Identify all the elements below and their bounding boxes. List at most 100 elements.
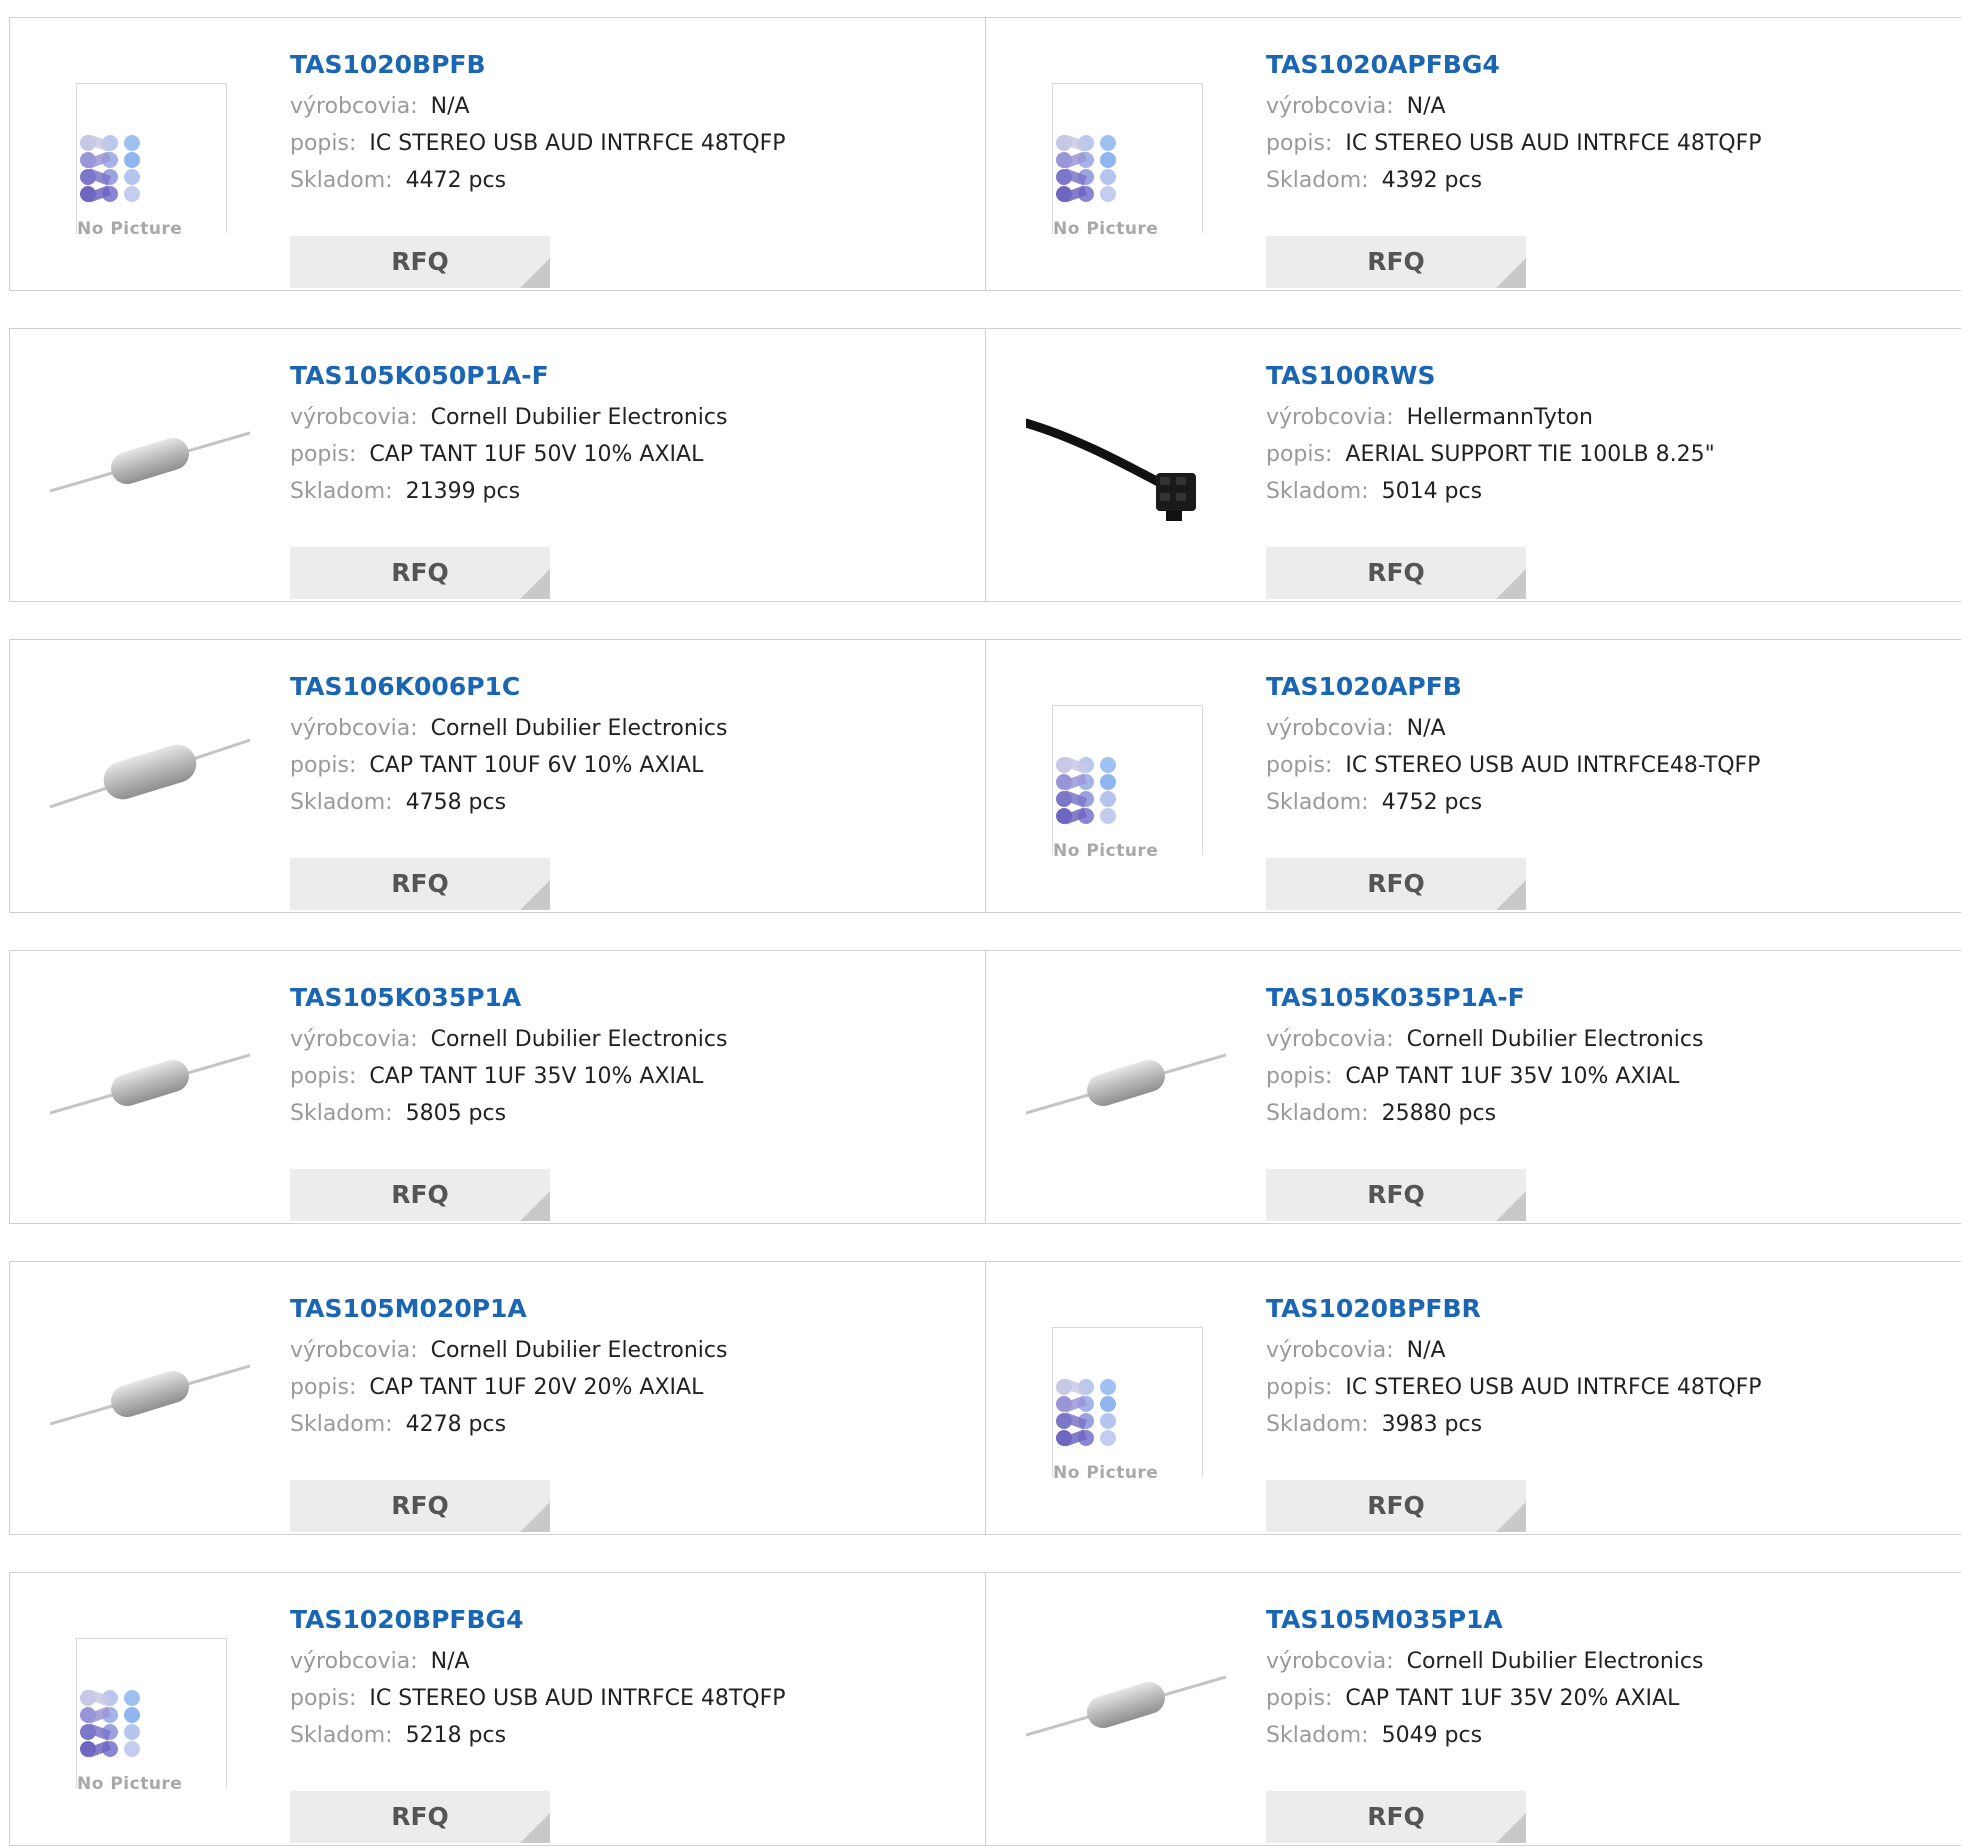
stock-row: Skladom: 4752 pcs — [1266, 784, 1961, 821]
product-image[interactable] — [1021, 361, 1226, 561]
no-picture-placeholder[interactable]: No Picture — [1052, 1327, 1203, 1483]
stock-row: Skladom: 4472 pcs — [290, 162, 965, 199]
rfq-button[interactable]: RFQ — [290, 1480, 550, 1532]
stock-value: 4278 pcs — [405, 1412, 507, 1437]
part-number-link[interactable]: TAS1020APFB — [1266, 670, 1961, 704]
stock-value: 4758 pcs — [405, 790, 507, 815]
part-number-link[interactable]: TAS106K006P1C — [290, 670, 965, 704]
product-image[interactable] — [49, 672, 251, 872]
no-picture-logo-icon — [1056, 756, 1116, 825]
rfq-button[interactable]: RFQ — [1266, 1169, 1526, 1221]
cable-tie-image — [1021, 418, 1196, 521]
no-picture-logo-icon — [1056, 1378, 1116, 1447]
manufacturer-label: výrobcovia: — [1266, 716, 1394, 741]
no-picture-label: No Picture — [1053, 841, 1165, 861]
manufacturer-value: Cornell Dubilier Electronics — [1406, 1649, 1704, 1674]
description-value: CAP TANT 1UF 35V 10% AXIAL — [369, 1064, 704, 1089]
no-picture-placeholder[interactable]: No Picture — [76, 1638, 227, 1794]
product-image[interactable] — [1025, 1605, 1227, 1805]
manufacturer-label: výrobcovia: — [1266, 1338, 1394, 1363]
rfq-button[interactable]: RFQ — [290, 236, 550, 288]
no-picture-placeholder[interactable]: No Picture — [76, 83, 227, 239]
no-picture-logo-icon — [80, 134, 140, 203]
rfq-button[interactable]: RFQ — [1266, 1791, 1526, 1843]
rfq-button[interactable]: RFQ — [290, 1791, 550, 1843]
manufacturer-row: výrobcovia: Cornell Dubilier Electronics — [1266, 1643, 1961, 1680]
corner-triangle-icon — [520, 258, 550, 288]
rfq-label: RFQ — [1367, 869, 1425, 898]
manufacturer-row: výrobcovia: N/A — [290, 88, 965, 125]
stock-label: Skladom: — [1266, 790, 1369, 815]
rfq-button[interactable]: RFQ — [290, 858, 550, 910]
stock-value: 5049 pcs — [1381, 1723, 1483, 1748]
product-card: No Picture TAS1020BPFBR výrobcovia: N/A … — [985, 1261, 1961, 1535]
part-number-link[interactable]: TAS105K035P1A — [290, 981, 965, 1015]
manufacturer-row: výrobcovia: Cornell Dubilier Electronics — [290, 1332, 965, 1369]
part-number-link[interactable]: TAS1020BPFBR — [1266, 1292, 1961, 1326]
description-value: IC STEREO USB AUD INTRFCE48-TQFP — [1345, 753, 1761, 778]
rfq-button[interactable]: RFQ — [290, 1169, 550, 1221]
product-info: TAS1020BPFB výrobcovia: N/A popis: IC ST… — [290, 48, 965, 288]
part-number-link[interactable]: TAS1020APFBG4 — [1266, 48, 1961, 82]
rfq-label: RFQ — [391, 247, 449, 276]
stock-label: Skladom: — [290, 479, 393, 504]
part-number-link[interactable]: TAS1020BPFB — [290, 48, 965, 82]
manufacturer-label: výrobcovia: — [1266, 1027, 1394, 1052]
stock-label: Skladom: — [1266, 1723, 1369, 1748]
corner-triangle-icon — [1496, 1191, 1526, 1221]
rfq-button[interactable]: RFQ — [1266, 547, 1526, 599]
manufacturer-value: Cornell Dubilier Electronics — [1406, 1027, 1704, 1052]
manufacturer-label: výrobcovia: — [1266, 1649, 1394, 1674]
stock-value: 5014 pcs — [1381, 479, 1483, 504]
description-value: CAP TANT 1UF 20V 20% AXIAL — [369, 1375, 704, 1400]
part-number-link[interactable]: TAS105K035P1A-F — [1266, 981, 1961, 1015]
description-row: popis: IC STEREO USB AUD INTRFCE 48TQFP — [1266, 125, 1961, 162]
description-label: popis: — [1266, 1686, 1333, 1711]
rfq-button[interactable]: RFQ — [1266, 858, 1526, 910]
product-image[interactable] — [49, 983, 251, 1183]
description-value: AERIAL SUPPORT TIE 100LB 8.25" — [1345, 442, 1715, 467]
product-image[interactable] — [49, 1294, 251, 1494]
capacitor-image — [1025, 1053, 1227, 1115]
stock-label: Skladom: — [290, 1412, 393, 1437]
no-picture-label: No Picture — [1053, 219, 1165, 239]
description-row: popis: CAP TANT 1UF 35V 10% AXIAL — [290, 1058, 965, 1095]
corner-triangle-icon — [1496, 880, 1526, 910]
description-row: popis: AERIAL SUPPORT TIE 100LB 8.25" — [1266, 436, 1961, 473]
stock-label: Skladom: — [290, 1101, 393, 1126]
stock-row: Skladom: 3983 pcs — [1266, 1406, 1961, 1443]
stock-value: 5805 pcs — [405, 1101, 507, 1126]
product-info: TAS1020BPFBR výrobcovia: N/A popis: IC S… — [1266, 1292, 1961, 1532]
stock-row: Skladom: 5218 pcs — [290, 1717, 965, 1754]
corner-triangle-icon — [1496, 1502, 1526, 1532]
no-picture-placeholder[interactable]: No Picture — [1052, 705, 1203, 861]
rfq-button[interactable]: RFQ — [1266, 236, 1526, 288]
part-number-link[interactable]: TAS100RWS — [1266, 359, 1961, 393]
manufacturer-value: N/A — [1406, 94, 1446, 119]
part-number-link[interactable]: TAS105K050P1A-F — [290, 359, 965, 393]
description-row: popis: CAP TANT 1UF 35V 10% AXIAL — [1266, 1058, 1961, 1095]
part-number-link[interactable]: TAS105M020P1A — [290, 1292, 965, 1326]
description-value: IC STEREO USB AUD INTRFCE 48TQFP — [1345, 1375, 1762, 1400]
manufacturer-label: výrobcovia: — [1266, 405, 1394, 430]
product-info: TAS1020BPFBG4 výrobcovia: N/A popis: IC … — [290, 1603, 965, 1843]
product-image[interactable] — [1025, 983, 1227, 1183]
manufacturer-label: výrobcovia: — [290, 1338, 418, 1363]
stock-value: 25880 pcs — [1381, 1101, 1497, 1126]
rfq-button[interactable]: RFQ — [290, 547, 550, 599]
product-card: No Picture TAS1020APFB výrobcovia: N/A p… — [985, 639, 1961, 913]
capacitor-image — [49, 431, 251, 493]
rfq-button[interactable]: RFQ — [1266, 1480, 1526, 1532]
manufacturer-label: výrobcovia: — [290, 1027, 418, 1052]
product-info: TAS1020APFB výrobcovia: N/A popis: IC ST… — [1266, 670, 1961, 910]
corner-triangle-icon — [1496, 258, 1526, 288]
part-number-link[interactable]: TAS1020BPFBG4 — [290, 1603, 965, 1637]
stock-label: Skladom: — [290, 790, 393, 815]
manufacturer-row: výrobcovia: Cornell Dubilier Electronics — [290, 710, 965, 747]
no-picture-placeholder[interactable]: No Picture — [1052, 83, 1203, 239]
corner-triangle-icon — [520, 1813, 550, 1843]
part-number-link[interactable]: TAS105M035P1A — [1266, 1603, 1961, 1637]
manufacturer-value: Cornell Dubilier Electronics — [430, 1338, 728, 1363]
no-picture-label: No Picture — [77, 1774, 189, 1794]
product-image[interactable] — [49, 361, 251, 561]
